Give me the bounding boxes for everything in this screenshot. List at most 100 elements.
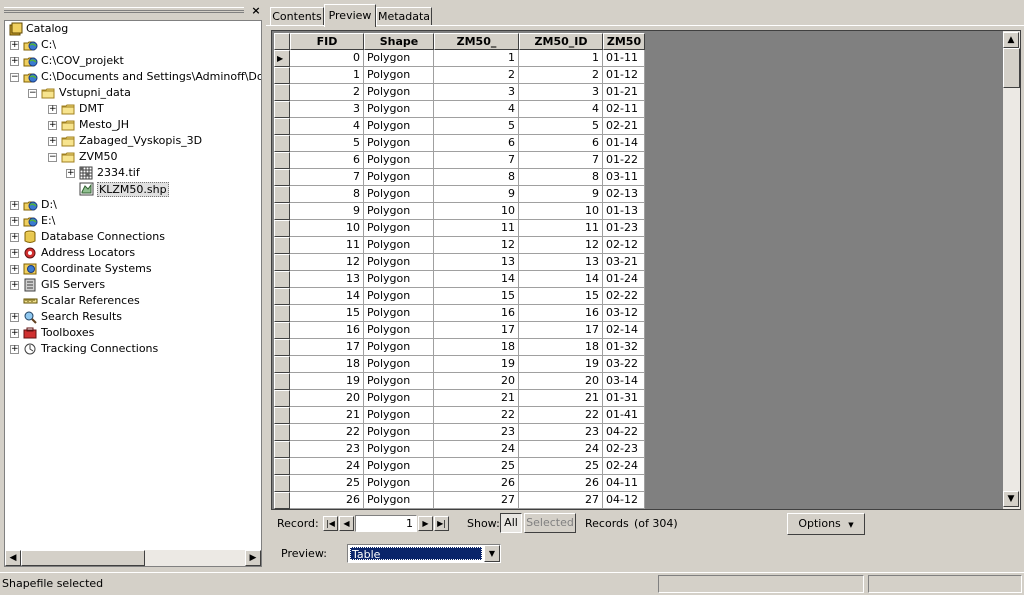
show-all-button[interactable]: All [500, 513, 522, 533]
table-cell[interactable]: 25 [434, 458, 519, 475]
table-cell[interactable]: Polygon [364, 186, 434, 203]
tree-node[interactable]: + Zabaged_Vyskopis_3D [5, 133, 261, 149]
table-cell[interactable]: 6 [434, 135, 519, 152]
table-cell[interactable]: 26 [434, 475, 519, 492]
row-selector[interactable] [274, 373, 290, 390]
tree-node[interactable]: + D:\ [5, 197, 261, 213]
table-cell[interactable]: 17 [519, 322, 603, 339]
table-cell[interactable]: 2 [434, 67, 519, 84]
table-cell[interactable]: Polygon [364, 458, 434, 475]
tree-node[interactable]: + Search Results [5, 309, 261, 325]
table-cell[interactable]: 25 [519, 458, 603, 475]
table-cell[interactable]: 24 [519, 441, 603, 458]
table-cell[interactable]: Polygon [364, 373, 434, 390]
tree-node[interactable]: − ZVM50 [5, 149, 261, 165]
table-cell[interactable]: 5 [434, 118, 519, 135]
table-cell[interactable]: Polygon [364, 390, 434, 407]
table-cell[interactable]: 10 [290, 220, 364, 237]
table-cell[interactable]: 22 [434, 407, 519, 424]
row-selector[interactable] [274, 203, 290, 220]
table-cell[interactable]: 01-14 [603, 135, 645, 152]
column-header[interactable]: Shape [364, 33, 434, 50]
scroll-down-button[interactable]: ▼ [1003, 491, 1019, 507]
row-selector[interactable] [274, 84, 290, 101]
table-cell[interactable]: 01-11 [603, 50, 645, 67]
scroll-left-button[interactable]: ◀ [5, 550, 21, 566]
first-record-button[interactable]: |◀ [323, 516, 338, 531]
row-selector[interactable] [274, 458, 290, 475]
collapse-icon[interactable]: − [48, 153, 57, 162]
row-selector[interactable] [274, 118, 290, 135]
table-cell[interactable]: 22 [290, 424, 364, 441]
row-selector[interactable] [274, 237, 290, 254]
tree-node[interactable]: + DMT [5, 101, 261, 117]
collapse-icon[interactable]: − [28, 89, 37, 98]
previous-record-button[interactable]: ◀ [339, 516, 354, 531]
table-cell[interactable]: 01-32 [603, 339, 645, 356]
expand-icon[interactable]: + [48, 121, 57, 130]
expand-icon[interactable]: + [48, 137, 57, 146]
tree-node[interactable]: + Tracking Connections [5, 341, 261, 357]
table-cell[interactable]: 19 [290, 373, 364, 390]
table-cell[interactable]: Polygon [364, 84, 434, 101]
table-cell[interactable]: 12 [434, 237, 519, 254]
table-cell[interactable]: Polygon [364, 407, 434, 424]
expand-icon[interactable]: + [10, 281, 19, 290]
table-cell[interactable]: 01-12 [603, 67, 645, 84]
table-cell[interactable]: Polygon [364, 424, 434, 441]
expand-icon[interactable]: + [10, 329, 19, 338]
tree-node[interactable]: Catalog [5, 21, 261, 37]
chevron-down-icon[interactable]: ▼ [484, 545, 500, 562]
row-selector[interactable] [274, 169, 290, 186]
table-cell[interactable]: 26 [519, 475, 603, 492]
table-cell[interactable]: 15 [519, 288, 603, 305]
table-cell[interactable]: Polygon [364, 203, 434, 220]
collapse-icon[interactable]: − [10, 73, 19, 82]
row-selector[interactable] [274, 152, 290, 169]
table-cell[interactable]: Polygon [364, 135, 434, 152]
row-selector[interactable] [274, 271, 290, 288]
expand-icon[interactable]: + [10, 345, 19, 354]
table-cell[interactable]: 04-12 [603, 492, 645, 509]
row-selector[interactable] [274, 492, 290, 509]
table-cell[interactable]: 9 [519, 186, 603, 203]
table-cell[interactable]: 01-21 [603, 84, 645, 101]
table-cell[interactable]: 16 [519, 305, 603, 322]
tree-node[interactable]: + Coordinate Systems [5, 261, 261, 277]
table-cell[interactable]: 20 [434, 373, 519, 390]
row-selector[interactable] [274, 390, 290, 407]
table-cell[interactable]: 27 [434, 492, 519, 509]
table-cell[interactable]: 23 [519, 424, 603, 441]
expand-icon[interactable]: + [66, 169, 75, 178]
tree-node[interactable]: + GIS Servers [5, 277, 261, 293]
scroll-thumb[interactable] [21, 550, 145, 566]
table-cell[interactable]: 0 [290, 50, 364, 67]
tab-metadata[interactable]: Metadata [376, 7, 432, 26]
table-cell[interactable]: 13 [519, 254, 603, 271]
table-cell[interactable]: 7 [519, 152, 603, 169]
table-cell[interactable]: 18 [434, 339, 519, 356]
table-cell[interactable]: Polygon [364, 50, 434, 67]
table-cell[interactable]: 12 [519, 237, 603, 254]
table-cell[interactable]: 3 [434, 84, 519, 101]
table-cell[interactable]: 6 [519, 135, 603, 152]
table-cell[interactable]: 2 [290, 84, 364, 101]
table-cell[interactable]: 20 [519, 373, 603, 390]
table-cell[interactable]: 17 [290, 339, 364, 356]
table-cell[interactable]: 23 [434, 424, 519, 441]
table-cell[interactable]: 15 [434, 288, 519, 305]
table-cell[interactable]: 13 [290, 271, 364, 288]
table-cell[interactable]: 27 [519, 492, 603, 509]
table-cell[interactable]: Polygon [364, 475, 434, 492]
row-selector[interactable] [274, 475, 290, 492]
table-cell[interactable]: 4 [434, 101, 519, 118]
tree-node[interactable]: + Address Locators [5, 245, 261, 261]
row-selector[interactable] [274, 322, 290, 339]
table-cell[interactable]: Polygon [364, 305, 434, 322]
table-cell[interactable]: Polygon [364, 101, 434, 118]
attribute-table[interactable]: FID Shape ZM50_ ZM50_ID ZM50 ▶ 0 Polygon 1 1 01-11… [271, 30, 1021, 510]
current-record-input[interactable] [355, 515, 417, 532]
table-cell[interactable]: Polygon [364, 254, 434, 271]
table-cell[interactable]: 10 [519, 203, 603, 220]
table-cell[interactable]: Polygon [364, 67, 434, 84]
